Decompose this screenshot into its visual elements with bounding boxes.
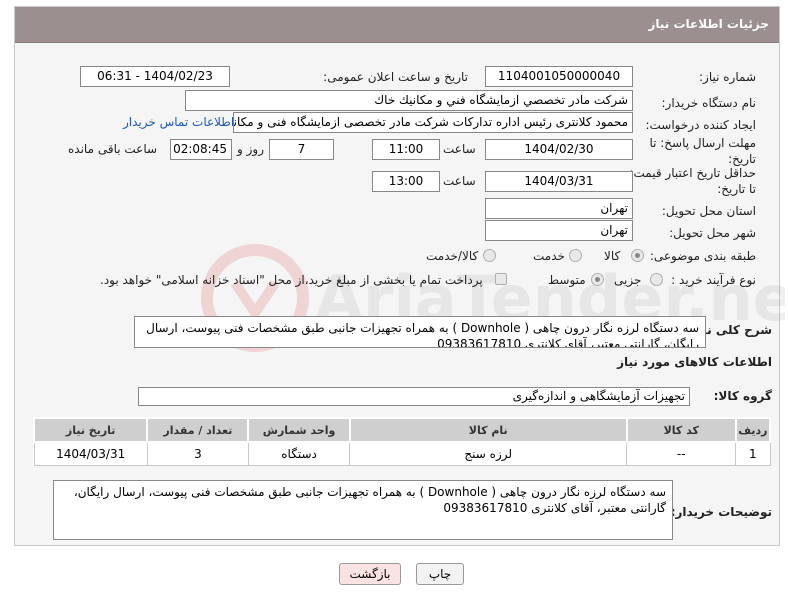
cell-unit: دستگاه	[247, 441, 351, 466]
col-unit: واحد شمارش	[247, 417, 351, 443]
cell-row: 1	[735, 441, 771, 466]
deadline-label-2: تاریخ:	[728, 152, 756, 166]
deadline-label: مهلت ارسال پاسخ: تا	[649, 136, 756, 150]
cell-name: لرزه سنج	[349, 441, 628, 466]
col-row: ردیف	[734, 417, 772, 443]
col-code: کد کالا	[625, 417, 737, 443]
buyer-org-label: نام دستگاه خریدار:	[661, 96, 757, 110]
need-number-label: شماره نیاز:	[699, 70, 756, 84]
goods-section-title: اطلاعات کالاهای مورد نیاز	[617, 355, 772, 369]
deadline-date-field: 1404/02/30	[485, 139, 633, 160]
col-date: تاریخ نیاز	[32, 417, 149, 443]
category-radio-goods[interactable]	[631, 249, 644, 262]
process-label: نوع فرآیند خرید :	[671, 273, 756, 287]
city-field: تهران	[485, 220, 633, 241]
goods-table: ردیف کد کالا نام کالا واحد شمارش تعداد /…	[32, 417, 772, 466]
process-radio-medium[interactable]	[591, 273, 604, 286]
days-field: 7	[269, 139, 334, 160]
buyer-org-field: شرکت مادر تخصصي ازمايشگاه فني و مكانيك خ…	[185, 90, 633, 111]
category-option-goods: کالا	[604, 249, 621, 263]
category-radio-both[interactable]	[483, 249, 496, 262]
goods-group-label: گروه کالا:	[713, 389, 772, 403]
buyer-notes-textarea[interactable]: سه دستگاه لرزه نگار درون چاهی ( Downhole…	[53, 480, 673, 540]
remaining-label: ساعت باقی مانده	[68, 142, 158, 156]
creator-label: ایجاد کننده درخواست:	[645, 118, 756, 132]
cell-code: --	[626, 441, 737, 466]
category-label: طبقه بندی موضوعی:	[649, 249, 756, 263]
min-price-time-field: 13:00	[372, 171, 440, 192]
col-qty: تعداد / مقدار	[146, 417, 250, 443]
process-radio-minor[interactable]	[650, 273, 663, 286]
payment-checkbox[interactable]	[495, 273, 507, 285]
creator-field: محمود کلانتری رئیس اداره تدارکات شرکت ما…	[233, 112, 633, 133]
remaining-field: 02:08:45	[170, 139, 232, 160]
province-label: استان محل تحویل:	[661, 204, 756, 218]
category-option-both: کالا/خدمت	[426, 249, 479, 263]
category-radio-service[interactable]	[569, 249, 582, 262]
back-button[interactable]: بازگشت	[339, 563, 401, 585]
category-option-service: خدمت	[533, 249, 565, 263]
buyer-notes-label: توضیحات خریدار:	[670, 505, 772, 519]
province-field: تهران	[485, 198, 633, 219]
announce-label: تاریخ و ساعت اعلان عمومی:	[323, 70, 468, 84]
min-price-date-field: 1404/03/31	[485, 171, 633, 192]
deadline-time-label: ساعت	[443, 142, 476, 156]
min-price-label-2: تا تاریخ:	[717, 182, 756, 196]
min-price-time-label: ساعت	[443, 174, 476, 188]
panel-title: جزئیات اطلاعات نیاز	[648, 17, 769, 31]
table-row: 1 -- لرزه سنج دستگاه 3 1404/03/31	[33, 441, 771, 466]
cell-qty: 3	[146, 441, 249, 466]
deadline-time-field: 11:00	[372, 139, 440, 160]
process-option-medium: متوسط	[548, 273, 586, 287]
process-option-minor: جزیی	[614, 273, 642, 287]
announce-field: 1404/02/23 - 06:31	[80, 66, 230, 87]
days-label: روز و	[237, 142, 264, 156]
panel-header: جزئیات اطلاعات نیاز	[15, 7, 779, 43]
city-label: شهر محل تحویل:	[669, 226, 756, 240]
need-number-field: 1104001050000040	[485, 66, 633, 87]
print-button[interactable]: چاپ	[416, 563, 464, 585]
col-name: نام کالا	[348, 417, 628, 443]
summary-textarea[interactable]: سه دستگاه لرزه نگار درون چاهی ( Downhole…	[134, 316, 706, 348]
min-price-label: حداقل تاریخ اعتبار قیمت:	[629, 166, 756, 180]
payment-note: پرداخت تمام یا بخشی از مبلغ خرید،از محل …	[100, 273, 483, 287]
goods-table-header: ردیف کد کالا نام کالا واحد شمارش تعداد /…	[32, 417, 772, 443]
goods-group-field: تجهیزات آزمایشگاهی و اندازه‌گیری	[138, 387, 690, 406]
contact-info-link[interactable]: اطلاعات تماس خریدار	[123, 115, 234, 129]
cell-date: 1404/03/31	[33, 441, 148, 466]
